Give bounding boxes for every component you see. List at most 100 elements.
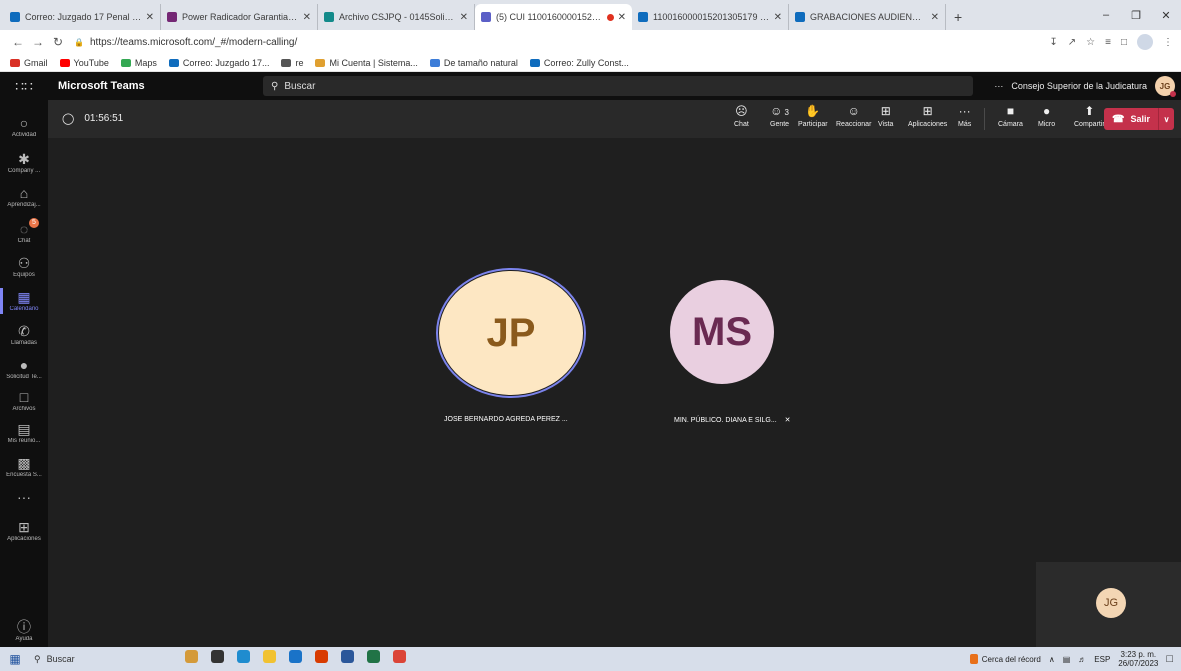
app-launcher-icon[interactable]: ∷∷ xyxy=(0,78,48,95)
self-view[interactable]: JG xyxy=(1036,562,1181,647)
call-duration: 01:56:51 xyxy=(84,113,124,124)
excel-app[interactable] xyxy=(360,650,386,668)
toolbar-participar-button[interactable]: ✋ Participar xyxy=(798,104,828,128)
meetings-icon: ▤ xyxy=(17,421,31,437)
sidebar-item-label: Aprendizaj... xyxy=(7,202,41,208)
user-avatar[interactable]: JG xyxy=(1155,76,1176,97)
search-input[interactable]: ⚲ Buscar xyxy=(263,76,973,96)
reading-list-icon[interactable]: ≡ xyxy=(1105,37,1111,48)
sidebar-item-ayuda[interactable]: ⓘ Ayuda xyxy=(0,620,48,642)
edge-app[interactable] xyxy=(230,650,256,668)
network-icon[interactable]: ▤ xyxy=(1063,655,1071,664)
forward-icon[interactable]: → xyxy=(28,35,48,49)
language-indicator[interactable]: ESP xyxy=(1094,655,1110,664)
toolbar-micro-button[interactable]: ● Micro xyxy=(1038,104,1055,128)
explorer-app[interactable] xyxy=(256,650,282,668)
toolbar-reaccionar-button[interactable]: ☺ Reaccionar xyxy=(836,104,871,128)
briefcase-app[interactable] xyxy=(178,650,204,668)
taskbar-search[interactable]: ⚲ Buscar xyxy=(30,654,148,665)
browser-tab[interactable]: (5) CUI 11001600001520130 ✕ xyxy=(475,4,632,30)
url-field[interactable]: 🔒 https://teams.microsoft.com/_#/modern-… xyxy=(74,32,1050,52)
bookmark-star-icon[interactable]: ☆ xyxy=(1086,37,1095,48)
sidepanel-icon[interactable]: □ xyxy=(1121,37,1127,48)
sidebar-item-label: Llamadas xyxy=(10,340,37,346)
sidebar-item-aprendizaje[interactable]: ⌂ Aprendizaj... xyxy=(0,186,48,208)
toolbar-vista-button[interactable]: ⊞ Vista xyxy=(878,104,893,128)
toolbar-mas-button[interactable]: ··· Más xyxy=(958,104,971,128)
reload-icon[interactable]: ↻ xyxy=(48,35,68,49)
sidebar-item-calendario[interactable]: ▦ Calendario xyxy=(0,288,48,314)
bookmark-favicon-icon xyxy=(59,58,70,67)
toolbar-gente-button[interactable]: ☺ 3 Gente xyxy=(770,104,789,128)
browser-tab[interactable]: Archivo CSJPQ - 0145SolicitudFor ✕ xyxy=(318,4,475,30)
restore-button[interactable]: ❐ xyxy=(1121,9,1151,22)
bookmark-item[interactable]: YouTube xyxy=(59,58,109,68)
office-app[interactable] xyxy=(308,650,334,668)
taskview-app-icon xyxy=(210,650,224,663)
chrome-app[interactable] xyxy=(386,650,412,668)
bookmark-item[interactable]: re xyxy=(281,58,303,68)
tab-close-icon[interactable]: ✕ xyxy=(618,12,626,23)
view-icon-glyph: ⊞ xyxy=(880,104,891,118)
bookmark-item[interactable]: De tamaño natural xyxy=(429,58,518,68)
word-app[interactable] xyxy=(334,650,360,668)
sidebar-item-actividad[interactable]: ○ Actividad xyxy=(0,116,48,138)
bookmark-item[interactable]: Correo: Juzgado 17... xyxy=(168,58,269,68)
toolbar-aplicaciones-button[interactable]: ⊞ Aplicaciones xyxy=(908,104,947,128)
bookmark-item[interactable]: Gmail xyxy=(10,58,48,68)
bookmark-item[interactable]: Correo: Zully Const... xyxy=(529,58,629,68)
sidebar-item-equipos[interactable]: ⚇ Equipos xyxy=(0,256,48,278)
download-icon[interactable]: ↧ xyxy=(1049,37,1057,48)
sidebar-item-encuesta[interactable]: ▩ Encuesta S... xyxy=(0,456,48,478)
tab-close-icon[interactable]: ✕ xyxy=(460,12,468,23)
clock[interactable]: 3:23 p. m. 26/07/2023 xyxy=(1118,650,1158,668)
toolbar-compartir-button[interactable]: ⬆ Compartir xyxy=(1074,104,1105,128)
toolbar-camara-button[interactable]: ■ Cámara xyxy=(998,104,1023,128)
sidebar-item-label: Ayuda xyxy=(15,636,33,642)
bookmark-item[interactable]: Mi Cuenta | Sistema... xyxy=(315,58,418,68)
new-tab-button[interactable]: + xyxy=(946,4,970,30)
sidebar-item-chat[interactable]: ◌ Chat 5 xyxy=(0,218,48,244)
browser-tab[interactable]: Power Radicador GarantiasV1 - P ✕ xyxy=(161,4,318,30)
taskview-app[interactable] xyxy=(204,650,230,668)
sidebar-item-reuniones[interactable]: ▤ Mis reunio... xyxy=(0,422,48,444)
tray-chevron-icon[interactable]: ∧ xyxy=(1049,655,1055,664)
tab-close-icon[interactable]: ✕ xyxy=(146,12,154,23)
windows-start-icon[interactable]: ▦ xyxy=(0,652,30,666)
system-tray: Cerca del récord ∧ ▤ ♬ ESP 3:23 p. m. 26… xyxy=(969,647,1181,671)
share-page-icon[interactable]: ↗ xyxy=(1068,37,1076,48)
participant-name-text: JOSE BERNARDO AGREDA PEREZ ... xyxy=(444,416,568,423)
browser-tab[interactable]: Correo: Juzgado 17 Penal Munic ✕ xyxy=(4,4,161,30)
back-icon[interactable]: ← xyxy=(8,35,28,49)
call-stage: ◯ 01:56:51 ☹ Chat ☺ 3 Gente ✋ Participar ☺ Reacc… xyxy=(48,100,1181,647)
sidebar-item-llamadas[interactable]: ✆ Llamadas xyxy=(0,324,48,346)
sidebar-item-solicitud[interactable]: ● Solicitud Te... xyxy=(0,358,48,380)
sidebar-item-archivos[interactable]: □ Archivos xyxy=(0,390,48,412)
notifications-icon[interactable]: □ xyxy=(1166,653,1173,665)
volume-icon[interactable]: ♬ xyxy=(1078,655,1086,664)
tab-close-icon[interactable]: ✕ xyxy=(774,12,782,23)
clock-date: 26/07/2023 xyxy=(1118,659,1159,668)
profile-avatar[interactable] xyxy=(1137,34,1153,50)
bookmark-favicon-icon xyxy=(315,58,326,67)
browser-tab[interactable]: GRABACIONES AUDIENCIAS JDC ✕ xyxy=(789,4,946,30)
toolbar-label: Gente xyxy=(770,121,790,128)
bookmark-item[interactable]: Maps xyxy=(120,58,157,68)
settings-more-icon[interactable]: ··· xyxy=(994,81,1003,91)
sidebar-item-company[interactable]: ✱ Company ... xyxy=(0,152,48,174)
minimize-button[interactable]: – xyxy=(1091,9,1121,21)
bookmark-favicon-icon xyxy=(429,58,440,67)
tab-close-icon[interactable]: ✕ xyxy=(931,12,939,23)
tab-close-icon[interactable]: ✕ xyxy=(303,12,311,23)
browser-menu-icon[interactable]: ⋮ xyxy=(1163,37,1173,48)
leave-options-chevron-icon[interactable]: ∨ xyxy=(1158,108,1174,130)
sidebar-item-aplicaciones[interactable]: ⊞ Aplicaciones xyxy=(0,520,48,542)
sidebar-item-more[interactable]: ··· xyxy=(0,490,48,504)
toolbar-chat-button[interactable]: ☹ Chat xyxy=(734,104,749,128)
close-window-button[interactable]: ✕ xyxy=(1151,9,1181,22)
leave-button[interactable]: ☎ Salir ∨ xyxy=(1104,108,1174,130)
tab-favicon-icon xyxy=(481,12,491,22)
weather-widget[interactable]: Cerca del récord xyxy=(969,654,1041,664)
mail-app[interactable] xyxy=(282,650,308,668)
browser-tab[interactable]: 11001600001520130517​9 NI 19 ✕ xyxy=(632,4,789,30)
